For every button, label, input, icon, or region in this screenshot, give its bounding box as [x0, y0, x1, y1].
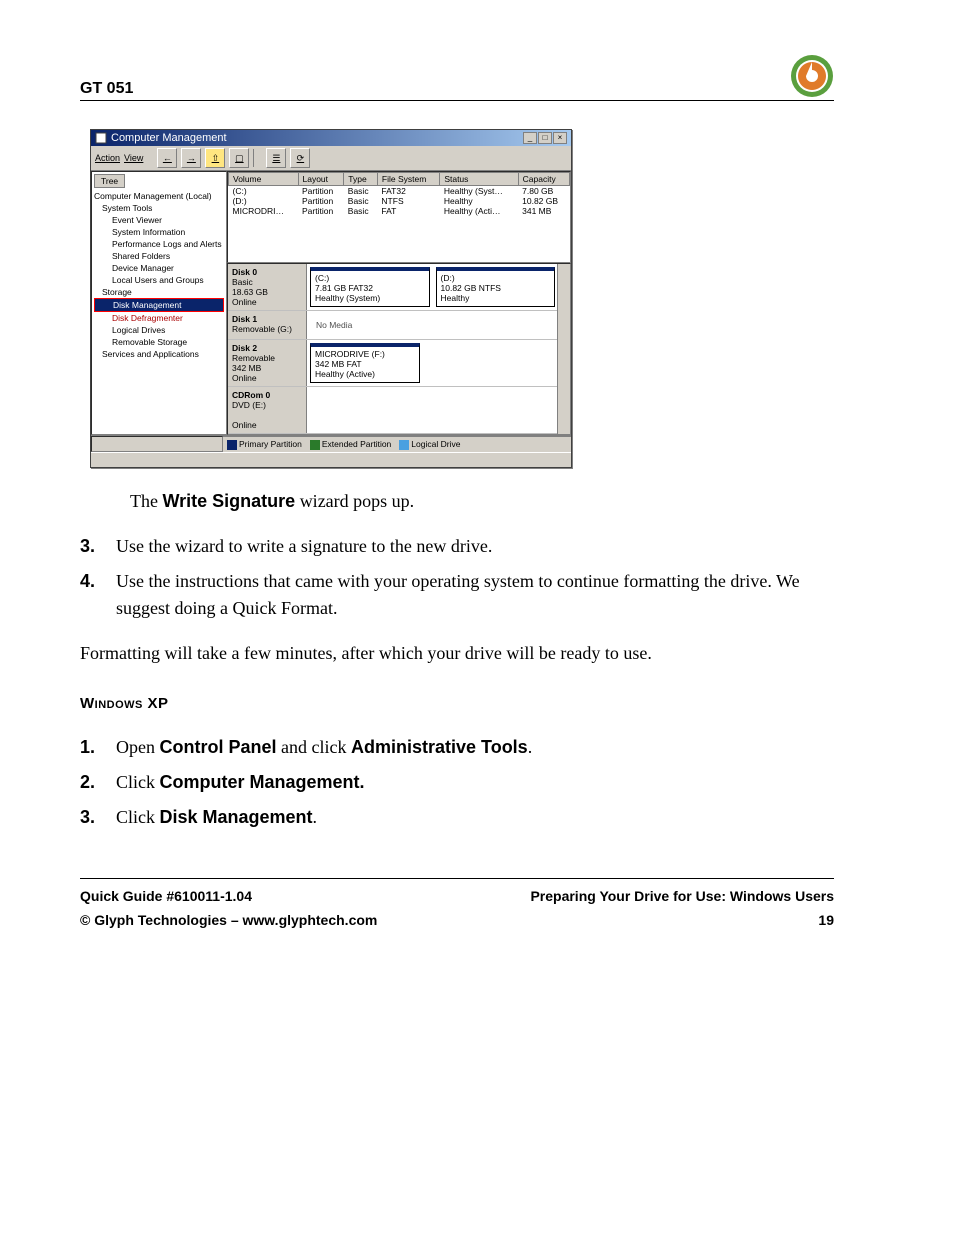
wizard-line: The Write Signature wizard pops up. — [130, 488, 834, 515]
col-type[interactable]: Type — [344, 173, 378, 186]
disk1-nomedia: No Media — [310, 314, 555, 336]
window-titlebar: Computer Management _ □ × — [91, 130, 571, 146]
up-button[interactable]: ⇧ — [205, 148, 225, 168]
step-4: 4. Use the instructions that came with y… — [80, 568, 834, 622]
tree-disk-defrag[interactable]: Disk Defragmenter — [94, 312, 224, 324]
partition-c[interactable]: (C:) 7.81 GB FAT32 Healthy (System) — [310, 267, 430, 307]
tree-perf-logs[interactable]: Performance Logs and Alerts — [94, 238, 224, 250]
app-icon — [95, 132, 107, 144]
disk2-label[interactable]: Disk 2 Removable 342 MB Online — [228, 340, 307, 386]
legend: Primary Partition Extended Partition Log… — [223, 436, 571, 452]
col-volume[interactable]: Volume — [229, 173, 299, 186]
computer-management-screenshot: Computer Management _ □ × Action View ← … — [90, 129, 834, 468]
forward-button[interactable]: → — [181, 148, 201, 168]
tree-system-information[interactable]: System Information — [94, 226, 224, 238]
tree-pane[interactable]: Tree Computer Management (Local) System … — [91, 171, 227, 435]
refresh-button[interactable]: ⟳ — [290, 148, 310, 168]
minimize-button[interactable]: _ — [523, 132, 537, 144]
step-3: 3. Use the wizard to write a signature t… — [80, 533, 834, 560]
tree-system-tools[interactable]: System Tools — [94, 202, 224, 214]
header-title: GT 051 — [80, 80, 133, 98]
tree-removable-storage[interactable]: Removable Storage — [94, 336, 224, 348]
tree-local-users[interactable]: Local Users and Groups — [94, 274, 224, 286]
tree-root[interactable]: Computer Management (Local) — [94, 190, 224, 202]
properties-button[interactable]: ☰ — [266, 148, 286, 168]
menu-view[interactable]: View — [124, 153, 143, 163]
tree-tab[interactable]: Tree — [94, 174, 125, 188]
xp-step-3: 3. Click Disk Management. — [80, 804, 834, 831]
volume-table[interactable]: Volume Layout Type File System Status Ca… — [227, 171, 571, 263]
maximize-button[interactable]: □ — [538, 132, 552, 144]
footer-copyright: © Glyph Technologies – www.glyphtech.com — [80, 909, 377, 933]
disk1-label[interactable]: Disk 1 Removable (G:) — [228, 311, 307, 339]
col-filesystem[interactable]: File System — [377, 173, 439, 186]
partition-d[interactable]: (D:) 10.82 GB NTFS Healthy — [436, 267, 556, 307]
horizontal-scrollbar-left[interactable] — [91, 436, 223, 452]
glyph-logo-icon — [790, 54, 834, 98]
tree-services[interactable]: Services and Applications — [94, 348, 224, 360]
table-row[interactable]: (C:) Partition Basic FAT32 Healthy (Syst… — [229, 186, 570, 197]
formatting-paragraph: Formatting will take a few minutes, afte… — [80, 640, 834, 667]
tree-storage[interactable]: Storage — [94, 286, 224, 298]
partition-f[interactable]: MICRODRIVE (F:) 342 MB FAT Healthy (Acti… — [310, 343, 420, 383]
footer-section-title: Preparing Your Drive for Use: Windows Us… — [530, 885, 834, 909]
footer-page-number: 19 — [818, 909, 834, 933]
col-capacity[interactable]: Capacity — [518, 173, 569, 186]
windows-xp-heading: Windows XP — [80, 693, 834, 716]
disk-graphic-area: Disk 0 Basic 18.63 GB Online (C:) 7.81 G… — [227, 263, 571, 435]
tree-logical-drives[interactable]: Logical Drives — [94, 324, 224, 336]
vertical-scrollbar[interactable] — [557, 264, 570, 434]
table-row[interactable]: (D:) Partition Basic NTFS Healthy 10.82 … — [229, 196, 570, 206]
xp-step-2: 2. Click Computer Management. — [80, 769, 834, 796]
back-button[interactable]: ← — [157, 148, 177, 168]
col-layout[interactable]: Layout — [298, 173, 344, 186]
tree-disk-management[interactable]: Disk Management — [94, 298, 224, 312]
close-button[interactable]: × — [553, 132, 567, 144]
menu-action[interactable]: Action — [95, 153, 120, 163]
tree-shared-folders[interactable]: Shared Folders — [94, 250, 224, 262]
page-header: GT 051 — [80, 54, 834, 101]
toolbar-button[interactable]: ▢ — [229, 148, 249, 168]
disk0-label[interactable]: Disk 0 Basic 18.63 GB Online — [228, 264, 307, 310]
cdrom-label[interactable]: CDRom 0 DVD (E:) Online — [228, 387, 307, 433]
status-bar — [91, 452, 571, 467]
tree-device-manager[interactable]: Device Manager — [94, 262, 224, 274]
tree-event-viewer[interactable]: Event Viewer — [94, 214, 224, 226]
col-status[interactable]: Status — [440, 173, 518, 186]
footer-guide-id: Quick Guide #610011-1.04 — [80, 885, 252, 909]
page-footer: Quick Guide #610011-1.04 Preparing Your … — [80, 878, 834, 933]
table-row[interactable]: MICRODRI… Partition Basic FAT Healthy (A… — [229, 206, 570, 216]
window-title: Computer Management — [111, 132, 227, 144]
xp-step-1: 1. Open Control Panel and click Administ… — [80, 734, 834, 761]
